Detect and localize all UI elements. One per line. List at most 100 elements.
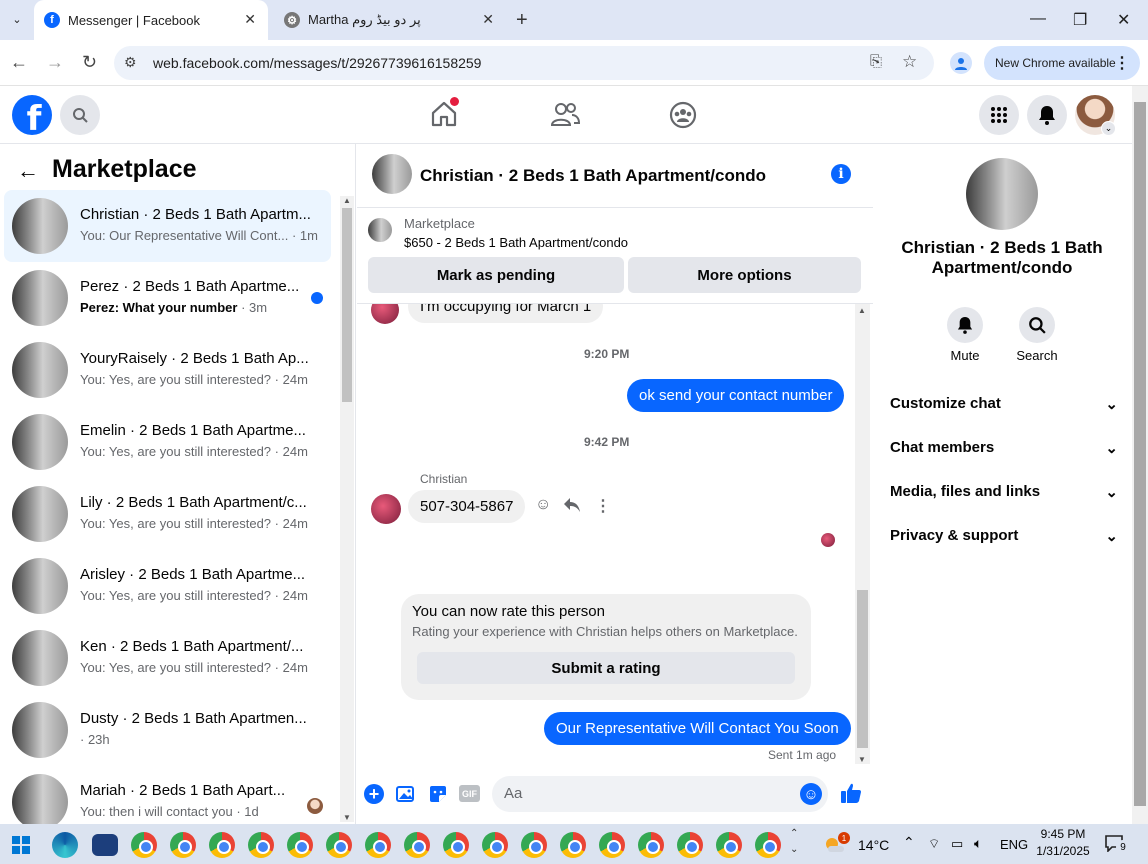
notification-center-icon[interactable]: 9: [1104, 834, 1130, 854]
search-icon[interactable]: [60, 95, 100, 135]
conversation-item[interactable]: Dusty · 2 Beds 1 Bath Apartmen... · 23h: [4, 694, 331, 766]
facebook-logo-icon[interactable]: f: [12, 95, 52, 135]
chrome-taskbar-icon[interactable]: [560, 832, 586, 858]
sticker-icon[interactable]: [428, 784, 448, 804]
conversation-item[interactable]: Christian · 2 Beds 1 Bath Apartm... You: …: [4, 190, 331, 262]
message-bubble-incoming[interactable]: 507-304-5867: [408, 490, 526, 523]
chrome-taskbar-icon[interactable]: [365, 832, 391, 858]
sidebar-scrollbar[interactable]: ▲ ▼: [340, 196, 354, 822]
chrome-taskbar-icon[interactable]: [599, 832, 625, 858]
chevron-down-icon[interactable]: ⌄: [1101, 121, 1116, 136]
react-smiley-icon[interactable]: ☺: [535, 496, 551, 514]
battery-icon[interactable]: ▭: [951, 836, 963, 852]
edge-icon[interactable]: [52, 832, 78, 858]
kebab-menu-icon[interactable]: ⋮: [1114, 53, 1130, 73]
scroll-up-icon[interactable]: ▲: [858, 306, 866, 315]
submit-rating-button[interactable]: Submit a rating: [417, 652, 795, 684]
chrome-taskbar-icon[interactable]: [521, 832, 547, 858]
chrome-taskbar-icon[interactable]: [755, 832, 781, 858]
thumbs-up-icon[interactable]: [840, 782, 862, 804]
url-text[interactable]: web.facebook.com/messages/t/292677396161…: [153, 55, 481, 71]
install-app-icon[interactable]: ⎘: [870, 53, 882, 70]
more-options-button[interactable]: More options: [628, 257, 861, 293]
close-tab-icon[interactable]: ✕: [482, 11, 494, 28]
chrome-taskbar-icon[interactable]: [404, 832, 430, 858]
groups-icon[interactable]: [669, 101, 697, 129]
mark-pending-button[interactable]: Mark as pending: [368, 257, 624, 293]
tab-messenger[interactable]: f Messenger | Facebook ✕: [34, 0, 268, 40]
volume-icon[interactable]: 🔈︎: [974, 835, 982, 852]
more-actions-icon[interactable]: ⋮: [595, 496, 611, 516]
scroll-up-icon[interactable]: ▲: [343, 196, 351, 205]
chrome-taskbar-icon[interactable]: [716, 832, 742, 858]
chrome-taskbar-icon[interactable]: [287, 832, 313, 858]
photo-icon[interactable]: [396, 784, 416, 804]
add-plus-icon[interactable]: +: [364, 784, 384, 804]
message-bubble-outgoing[interactable]: ok send your contact number: [627, 379, 845, 412]
notifications-bell-icon[interactable]: [1027, 95, 1067, 135]
wifi-icon[interactable]: ⌔: [928, 836, 940, 852]
profile-icon[interactable]: [950, 52, 972, 74]
gif-icon[interactable]: GIF: [459, 785, 480, 802]
bookmark-star-icon[interactable]: ☆: [902, 52, 917, 72]
message-bubble-outgoing[interactable]: Our Representative Will Contact You Soon: [544, 712, 851, 745]
reload-icon[interactable]: ↻: [82, 52, 97, 73]
minimize-icon[interactable]: —: [1030, 10, 1046, 28]
search-label[interactable]: Search: [1014, 348, 1060, 363]
clock[interactable]: 9:45 PM 1/31/2025: [1035, 827, 1091, 858]
back-arrow-icon[interactable]: ←: [10, 52, 28, 73]
sender-avatar[interactable]: [371, 494, 401, 524]
message-bubble-incoming[interactable]: I'm occupying for March 1: [408, 304, 604, 323]
close-tab-icon[interactable]: ✕: [244, 11, 256, 28]
back-arrow-icon[interactable]: ←: [17, 158, 39, 184]
update-chrome-button[interactable]: New Chrome available ⋮: [984, 46, 1140, 80]
chat-scrollbar[interactable]: ▲ ▼: [855, 304, 870, 764]
mute-bell-icon[interactable]: [947, 307, 983, 343]
scrollbar-thumb[interactable]: [342, 208, 352, 402]
privacy-support-section[interactable]: Privacy & support ⌄: [890, 527, 1118, 545]
tab-search-button[interactable]: ⌄: [6, 8, 28, 30]
conversation-item[interactable]: YouryRaisely · 2 Beds 1 Bath Ap... You: Y…: [4, 334, 331, 406]
conversation-item[interactable]: Perez · 2 Beds 1 Bath Apartme... Perez: W…: [4, 262, 331, 334]
chevron-up-icon[interactable]: ⌃: [903, 834, 915, 851]
chat-avatar[interactable]: [372, 154, 412, 194]
new-tab-plus-icon[interactable]: +: [516, 9, 528, 32]
chrome-taskbar-icon[interactable]: [170, 832, 196, 858]
taskbar-scroll-icon[interactable]: ⌃ ⌄: [790, 826, 798, 858]
scrollbar-thumb[interactable]: [857, 590, 868, 748]
chrome-taskbar-icon[interactable]: [443, 832, 469, 858]
site-info-icon[interactable]: ⚙: [124, 54, 137, 71]
chrome-taskbar-icon[interactable]: [638, 832, 664, 858]
conversation-item[interactable]: Ken · 2 Beds 1 Bath Apartment/... You: Ye…: [4, 622, 331, 694]
chat-members-section[interactable]: Chat members ⌄: [890, 439, 1118, 457]
forward-arrow-icon[interactable]: →: [46, 52, 64, 73]
conversation-item[interactable]: Arisley · 2 Beds 1 Bath Apartme... You: Y…: [4, 550, 331, 622]
close-window-icon[interactable]: ✕: [1117, 10, 1130, 30]
reply-icon[interactable]: [563, 497, 581, 513]
weather-icon[interactable]: 1: [824, 832, 850, 854]
listing-title[interactable]: $650 - 2 Beds 1 Bath Apartment/condo: [404, 235, 628, 250]
chrome-taskbar-icon[interactable]: [326, 832, 352, 858]
chrome-taskbar-icon[interactable]: [209, 832, 235, 858]
conversation-item[interactable]: Lily · 2 Beds 1 Bath Apartment/c... You: …: [4, 478, 331, 550]
chrome-taskbar-icon[interactable]: [677, 832, 703, 858]
scroll-down-icon[interactable]: ▼: [858, 755, 866, 764]
chat-title[interactable]: Christian · 2 Beds 1 Bath Apartment/cond…: [420, 166, 766, 186]
chrome-taskbar-icon[interactable]: [482, 832, 508, 858]
page-scrollbar[interactable]: [1132, 86, 1148, 824]
temperature[interactable]: 14°C: [858, 837, 889, 853]
mute-label[interactable]: Mute: [948, 348, 982, 363]
profile-avatar[interactable]: [966, 158, 1038, 230]
maximize-icon[interactable]: ❐: [1073, 10, 1087, 30]
emoji-icon[interactable]: ☺: [800, 783, 822, 805]
scrollbar-thumb[interactable]: [1134, 102, 1146, 806]
media-files-links-section[interactable]: Media, files and links ⌄: [890, 483, 1118, 501]
info-icon[interactable]: i: [831, 164, 851, 184]
language-indicator[interactable]: ENG: [1000, 837, 1028, 852]
menu-grid-icon[interactable]: [979, 95, 1019, 135]
scroll-down-icon[interactable]: ▼: [343, 813, 351, 822]
listing-thumbnail[interactable]: [368, 218, 392, 242]
search-icon[interactable]: [1019, 307, 1055, 343]
tab-martha[interactable]: ⚙ Martha پر دو بیڈ روم ✕: [274, 0, 506, 40]
chrome-taskbar-icon[interactable]: [131, 832, 157, 858]
